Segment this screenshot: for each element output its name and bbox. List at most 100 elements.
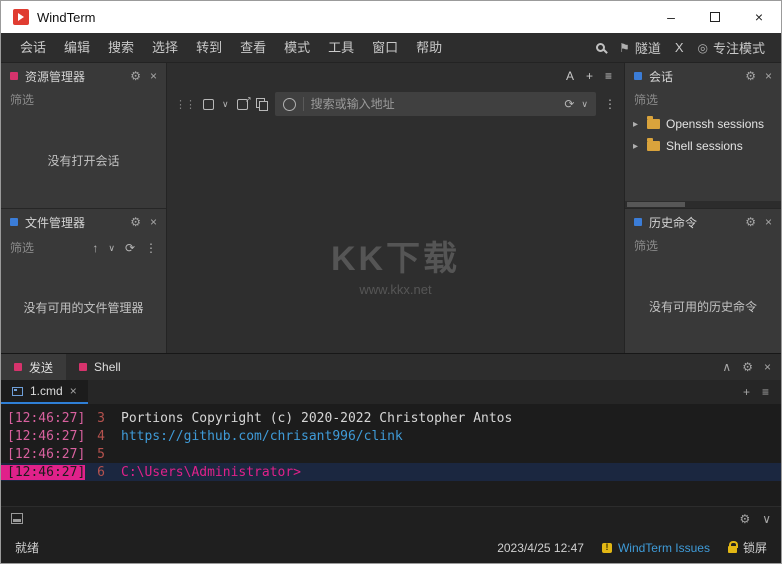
gear-icon[interactable]: ⚙ [130,69,141,83]
horizontal-scrollbar[interactable] [625,201,781,208]
menu-edit[interactable]: 编辑 [55,33,99,63]
history-panel: 历史命令 ⚙ × 没有可用的历史命令 [625,208,781,353]
gear-icon[interactable]: ⚙ [745,69,756,83]
tab-shell[interactable]: Shell [66,354,134,380]
menu-goto[interactable]: 转到 [187,33,231,63]
file-manager-empty-text: 没有可用的文件管理器 [23,300,144,315]
window-controls: – × [649,1,781,33]
sessions-panel-icon [634,72,642,80]
line-number: 5 [97,446,105,462]
terminal-output[interactable]: [12:46:27] 3 Portions Copyright (c) 2020… [1,404,781,506]
drag-grip-icon[interactable]: ⋮⋮ [175,98,196,111]
chevron-down-icon[interactable]: ∨ [581,99,588,110]
history-panel-icon [634,218,642,226]
close-tab-icon[interactable]: × [70,384,77,398]
status-datetime: 2023/4/25 12:47 [497,540,584,555]
main-content: 资源管理器 ⚙ × 没有打开会话 文件管理器 ⚙ × [1,63,781,353]
lock-screen-label: 锁屏 [742,541,767,555]
scrollbar-thumb[interactable] [627,202,685,207]
tunnel-button[interactable]: ⚑ 隧道 [619,38,661,57]
expand-arrow-icon[interactable]: ▸ [633,141,641,152]
menu-help[interactable]: 帮助 [407,33,451,63]
more-dots-icon[interactable]: ⋮ [604,97,616,111]
focus-mode-button[interactable]: ◎ 专注模式 [698,38,766,57]
file-manager-panel-header: 文件管理器 ⚙ × [1,209,166,235]
font-size-button[interactable]: A [566,69,574,83]
close-icon[interactable]: × [765,69,772,83]
status-bar: 就绪 2023/4/25 12:47 WindTerm Issues 锁屏 [1,530,781,563]
watermark-url: www.kkx.net [359,282,432,298]
tab-1cmd-label: 1.cmd [30,384,63,398]
open-external-icon[interactable] [236,95,252,110]
expand-arrow-icon[interactable]: ▸ [633,119,641,130]
close-button[interactable]: × [737,1,781,33]
chevron-down-icon[interactable]: ∨ [762,512,771,526]
lock-screen-button[interactable]: 锁屏 [727,539,767,556]
chevron-down-icon[interactable]: ∨ [222,99,229,110]
tree-item-openssh-sessions[interactable]: ▸ Openssh sessions [625,113,781,135]
close-icon[interactable]: × [765,215,772,229]
tab-send-icon [14,363,22,371]
file-manager-panel-title: 文件管理器 [25,215,86,230]
menu-select[interactable]: 选择 [143,33,187,63]
console-panel-icon[interactable] [11,513,23,524]
address-input[interactable] [310,97,558,111]
minimize-icon: – [667,9,675,25]
line-number: 6 [97,464,105,480]
new-session-icon[interactable] [203,98,214,110]
close-icon[interactable]: × [150,69,157,83]
tab-send-label: 发送 [29,360,54,375]
tab-send[interactable]: 发送 [1,354,67,380]
x-button[interactable]: X [675,40,684,55]
tree-item-shell-sessions[interactable]: ▸ Shell sessions [625,135,781,157]
maximize-button[interactable] [693,1,737,33]
search-icon[interactable] [596,43,606,52]
history-filter-input[interactable] [634,239,772,253]
window-title: WindTerm [37,9,96,25]
tab-1cmd[interactable]: 1.cmd × [1,380,88,404]
tabbar-controls: + ≡ [743,385,781,399]
line-link[interactable]: https://github.com/chrisant996/clink [121,429,403,444]
gear-icon[interactable]: ⚙ [745,215,756,229]
menu-window[interactable]: 窗口 [363,33,407,63]
windterm-issues-link[interactable]: WindTerm Issues [601,541,710,555]
focus-mode-label: 专注模式 [712,41,765,56]
hamburger-menu-icon[interactable]: ≡ [605,69,612,83]
close-icon[interactable]: × [150,215,157,229]
menu-session[interactable]: 会话 [11,33,55,63]
more-dots-icon[interactable]: ⋮ [145,241,157,255]
refresh-icon[interactable]: ⟳ [564,97,574,111]
gear-icon[interactable]: ⚙ [742,360,753,374]
sessions-tree: ▸ Openssh sessions ▸ Shell sessions [625,113,781,208]
chevron-down-icon[interactable]: ∨ [108,243,115,254]
sessions-panel-header: 会话 ⚙ × [625,63,781,89]
gear-icon[interactable]: ⚙ [130,215,141,229]
minimize-button[interactable]: – [649,1,693,33]
explorer-filter-input[interactable] [10,93,157,107]
tab-list-icon[interactable]: ≡ [762,385,769,399]
sessions-filter-input[interactable] [634,93,772,107]
line-timestamp: [12:46:27] [7,428,86,444]
new-tab-icon[interactable]: + [743,385,750,399]
add-button[interactable]: + [586,69,593,83]
copy-icon[interactable] [255,98,268,111]
close-icon[interactable]: × [764,360,771,374]
up-arrow-icon[interactable]: ↑ [92,241,98,255]
sessions-panel-title: 会话 [649,69,674,84]
flag-icon: ⚑ [619,40,630,55]
menu-mode[interactable]: 模式 [275,33,319,63]
refresh-icon[interactable]: ⟳ [125,241,135,255]
history-empty-text: 没有可用的历史命令 [648,299,757,314]
file-manager-filter-input[interactable] [10,241,56,255]
watermark: KK下载 www.kkx.net [331,231,460,297]
explorer-panel-header: 资源管理器 ⚙ × [1,63,166,89]
history-panel-header: 历史命令 ⚙ × [625,209,781,235]
collapse-icon[interactable]: ∧ [722,360,731,374]
menu-view[interactable]: 查看 [231,33,275,63]
explorer-panel-icon [10,72,18,80]
center-top-toolbar: A + ≡ [167,63,624,89]
menu-tools[interactable]: 工具 [319,33,363,63]
menu-search[interactable]: 搜索 [99,33,143,63]
gear-icon[interactable]: ⚙ [739,512,750,526]
info-icon[interactable] [282,97,296,111]
